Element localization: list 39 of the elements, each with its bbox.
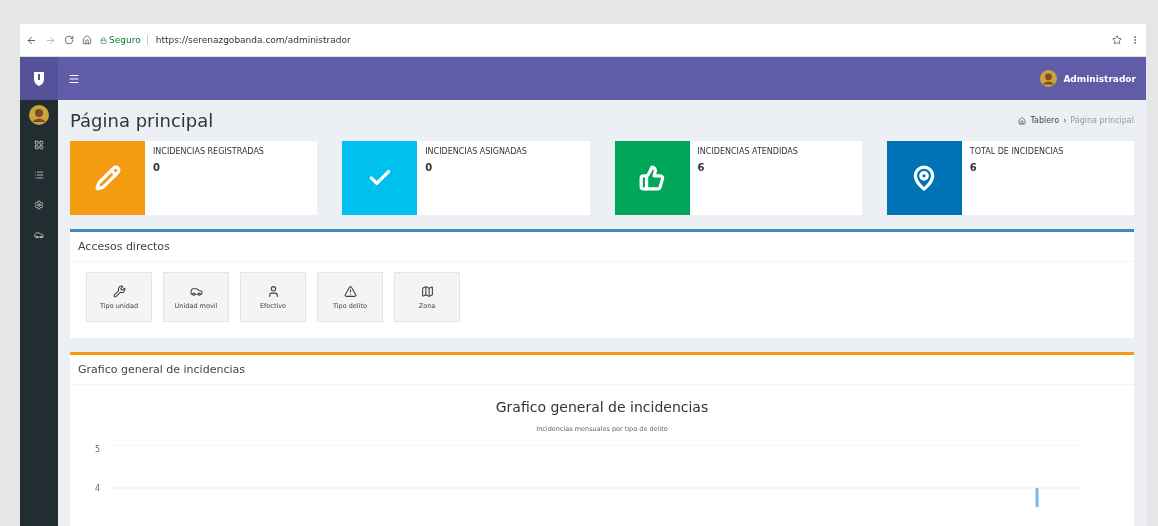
avatar	[1040, 70, 1058, 87]
axis-tick-label: 5	[94, 445, 100, 454]
stat-label: INCIDENCIAS ATENDIDAS	[697, 147, 798, 156]
warning-icon	[343, 284, 357, 298]
stat-label: INCIDENCIAS REGISTRADAS	[153, 147, 264, 156]
gear-icon[interactable]	[34, 200, 44, 210]
security-indicator[interactable]: Seguro	[100, 35, 148, 45]
panel-title: Accesos directos	[70, 232, 1134, 262]
stat-label: INCIDENCIAS ASIGNADAS	[425, 147, 527, 156]
stat-value: 0	[153, 162, 161, 173]
thumb-icon	[639, 165, 665, 191]
chart-bar	[1035, 488, 1039, 507]
grid-icon[interactable]	[34, 140, 44, 150]
panel-title: Grafico general de incidencias	[70, 355, 1134, 385]
address-field[interactable]: https://serenazgobanda.com/administrador	[155, 35, 351, 45]
home-icon	[1018, 116, 1027, 125]
stat-value: 6	[969, 162, 978, 173]
axis-tick-label: 4	[94, 484, 100, 494]
breadcrumb-separator: ›	[1063, 116, 1067, 125]
user-icon	[266, 284, 280, 298]
list-icon[interactable]	[34, 170, 44, 180]
map-icon	[420, 284, 434, 298]
page-title: Página principal	[70, 110, 214, 131]
reload-icon[interactable]	[64, 35, 74, 45]
chart-title: Grafico general de incidencias	[494, 399, 710, 415]
back-icon[interactable]	[26, 34, 37, 46]
stat-value: 6	[697, 162, 706, 173]
stat-label: TOTAL DE INCIDENCIAS	[969, 147, 1064, 156]
car-icon[interactable]	[34, 230, 44, 240]
breadcrumb-link[interactable]: Tablero	[1030, 116, 1060, 125]
stat-value: 0	[425, 162, 434, 173]
wrench-icon	[112, 284, 126, 298]
shield-logo[interactable]	[20, 57, 58, 100]
star-icon[interactable]	[1112, 35, 1122, 45]
avatar	[29, 105, 49, 125]
menu-icon[interactable]	[68, 72, 80, 85]
home-icon[interactable]	[82, 35, 92, 45]
pencil-icon	[94, 165, 121, 191]
user-name[interactable]: Administrador	[1063, 73, 1136, 84]
